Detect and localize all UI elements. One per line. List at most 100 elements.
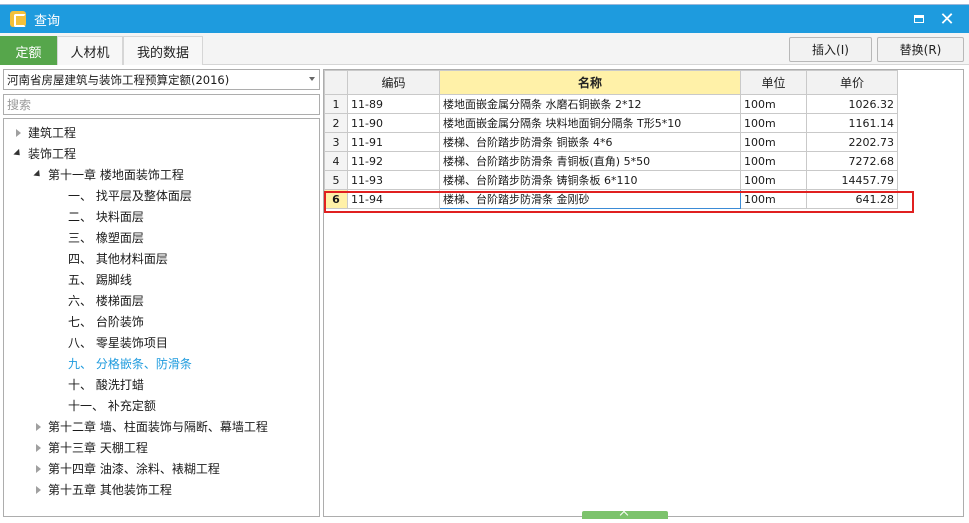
tree-item-label: 三、 橡塑面层 — [68, 231, 144, 245]
expand-icon[interactable] — [33, 464, 43, 474]
tree-item-chapter-15[interactable]: 第十五章 其他装饰工程 — [4, 479, 319, 500]
row-number: 3 — [324, 132, 348, 152]
tree-item-label: 四、 其他材料面层 — [68, 252, 168, 266]
chevron-down-icon[interactable] — [309, 77, 315, 81]
tree-item-section-1[interactable]: 一、 找平层及整体面层 — [4, 185, 319, 206]
close-icon: ✕ — [939, 8, 955, 30]
cell-price[interactable]: 641.28 — [806, 189, 898, 209]
tree-item-chapter-13[interactable]: 第十三章 天棚工程 — [4, 437, 319, 458]
cell-unit[interactable]: 100m — [740, 94, 807, 114]
tab-my-data[interactable]: 我的数据 — [123, 36, 203, 65]
cell-code[interactable]: 11-90 — [347, 113, 440, 133]
table-row[interactable]: 4 11-92 楼梯、台阶踏步防滑条 青铜板(直角) 5*50 100m 727… — [324, 151, 898, 171]
header-name[interactable]: 名称 — [439, 70, 741, 95]
cell-code[interactable]: 11-89 — [347, 94, 440, 114]
expand-icon[interactable] — [33, 422, 43, 432]
tree-item-section-10[interactable]: 十、 酸洗打蜡 — [4, 374, 319, 395]
cell-name[interactable]: 楼梯、台阶踏步防滑条 金刚砂 — [439, 189, 741, 209]
cell-price[interactable]: 14457.79 — [806, 170, 898, 190]
tree-item-label: 六、 楼梯面层 — [68, 294, 144, 308]
tree-item-section-11[interactable]: 十一、 补充定额 — [4, 395, 319, 416]
tree-item-chapter-12[interactable]: 第十二章 墙、柱面装饰与隔断、幕墙工程 — [4, 416, 319, 437]
table-header-row: 编码 名称 单位 单价 — [324, 70, 898, 95]
cell-code[interactable]: 11-93 — [347, 170, 440, 190]
cell-code[interactable]: 11-92 — [347, 151, 440, 171]
tree-item-label: 一、 找平层及整体面层 — [68, 189, 192, 203]
tree-item-label: 五、 踢脚线 — [68, 273, 132, 287]
cell-price[interactable]: 1161.14 — [806, 113, 898, 133]
tree-item-label: 十、 酸洗打蜡 — [68, 378, 144, 392]
tree-item-label: 十一、 补充定额 — [68, 399, 156, 413]
tree-item-label: 第十四章 油漆、涂料、裱糊工程 — [48, 462, 220, 476]
tree-item-chapter-14[interactable]: 第十四章 油漆、涂料、裱糊工程 — [4, 458, 319, 479]
tree-item-decoration[interactable]: 装饰工程 — [4, 143, 319, 164]
tree-item-label: 八、 零星装饰项目 — [68, 336, 168, 350]
expand-icon[interactable] — [13, 128, 23, 138]
collapse-icon[interactable] — [33, 169, 43, 180]
cell-name[interactable]: 楼梯、台阶踏步防滑条 铜嵌条 4*6 — [439, 132, 741, 152]
tab-bar: 定额 人材机 我的数据 插入(I) 替换(R) — [0, 33, 969, 65]
left-panel: 河南省房屋建筑与装饰工程预算定额(2016) 建筑工程 装饰工程 第十一章 楼地… — [3, 69, 320, 517]
quota-table-panel: 编码 名称 单位 单价 1 11-89 楼地面嵌金属分隔条 水磨石铜嵌条 2*1… — [323, 69, 964, 517]
cell-price[interactable]: 1026.32 — [806, 94, 898, 114]
window-title: 查询 — [34, 13, 61, 29]
cell-unit[interactable]: 100m — [740, 189, 807, 209]
expand-icon[interactable] — [33, 443, 43, 453]
cell-name[interactable]: 楼地面嵌金属分隔条 块料地面铜分隔条 T形5*10 — [439, 113, 741, 133]
replace-button[interactable]: 替换(R) — [877, 37, 964, 62]
chapter-tree: 建筑工程 装饰工程 第十一章 楼地面装饰工程 一、 找平层及整体面层 二、 块料… — [3, 118, 320, 517]
table-row[interactable]: 5 11-93 楼梯、台阶踏步防滑条 铸铜条板 6*110 100m 14457… — [324, 170, 898, 190]
quota-table: 编码 名称 单位 单价 1 11-89 楼地面嵌金属分隔条 水磨石铜嵌条 2*1… — [324, 70, 898, 209]
cell-unit[interactable]: 100m — [740, 151, 807, 171]
row-number: 5 — [324, 170, 348, 190]
tree-item-chapter-11[interactable]: 第十一章 楼地面装饰工程 — [4, 164, 319, 185]
maximize-icon — [914, 15, 924, 23]
cell-price[interactable]: 2202.73 — [806, 132, 898, 152]
tree-item-label: 第十三章 天棚工程 — [48, 441, 148, 455]
tree-item-section-6[interactable]: 六、 楼梯面层 — [4, 290, 319, 311]
tree-item-section-3[interactable]: 三、 橡塑面层 — [4, 227, 319, 248]
cell-unit[interactable]: 100m — [740, 170, 807, 190]
table-row[interactable]: 2 11-90 楼地面嵌金属分隔条 块料地面铜分隔条 T形5*10 100m 1… — [324, 113, 898, 133]
cell-price[interactable]: 7272.68 — [806, 151, 898, 171]
header-code[interactable]: 编码 — [347, 70, 440, 95]
close-button[interactable]: ✕ — [933, 5, 961, 33]
tab-quota[interactable]: 定额 — [0, 36, 57, 65]
cell-unit[interactable]: 100m — [740, 132, 807, 152]
title-bar[interactable]: 查询 ✕ — [0, 5, 969, 33]
header-price[interactable]: 单价 — [806, 70, 898, 95]
cell-unit[interactable]: 100m — [740, 113, 807, 133]
expand-icon[interactable] — [33, 485, 43, 495]
cell-code[interactable]: 11-94 — [347, 189, 440, 209]
tree-item-label: 第十五章 其他装饰工程 — [48, 483, 172, 497]
table-row[interactable]: 3 11-91 楼梯、台阶踏步防滑条 铜嵌条 4*6 100m 2202.73 — [324, 132, 898, 152]
panel-expand-handle[interactable] — [582, 510, 668, 520]
tab-labor-material-machine[interactable]: 人材机 — [57, 36, 123, 65]
tree-item-section-8[interactable]: 八、 零星装饰项目 — [4, 332, 319, 353]
tree-item-building[interactable]: 建筑工程 — [4, 122, 319, 143]
cell-name[interactable]: 楼梯、台阶踏步防滑条 青铜板(直角) 5*50 — [439, 151, 741, 171]
tree-item-section-5[interactable]: 五、 踢脚线 — [4, 269, 319, 290]
maximize-button[interactable] — [905, 5, 933, 33]
table-row-selected[interactable]: 6 11-94 楼梯、台阶踏步防滑条 金刚砂 100m 641.28 — [324, 189, 898, 209]
cell-name[interactable]: 楼地面嵌金属分隔条 水磨石铜嵌条 2*12 — [439, 94, 741, 114]
tree-item-section-7[interactable]: 七、 台阶装饰 — [4, 311, 319, 332]
cell-code[interactable]: 11-91 — [347, 132, 440, 152]
row-number: 2 — [324, 113, 348, 133]
cell-name[interactable]: 楼梯、台阶踏步防滑条 铸铜条板 6*110 — [439, 170, 741, 190]
table-row[interactable]: 1 11-89 楼地面嵌金属分隔条 水磨石铜嵌条 2*12 100m 1026.… — [324, 94, 898, 114]
quota-library-select[interactable]: 河南省房屋建筑与装饰工程预算定额(2016) — [3, 69, 320, 90]
search-input[interactable] — [3, 94, 320, 115]
tree-item-label: 二、 块料面层 — [68, 210, 144, 224]
header-unit[interactable]: 单位 — [740, 70, 807, 95]
collapse-icon[interactable] — [13, 148, 23, 159]
row-number: 1 — [324, 94, 348, 114]
tree-item-label-selected: 九、 分格嵌条、防滑条 — [68, 357, 192, 371]
insert-button[interactable]: 插入(I) — [789, 37, 872, 62]
tree-item-section-2[interactable]: 二、 块料面层 — [4, 206, 319, 227]
app-icon — [10, 11, 26, 27]
row-number: 4 — [324, 151, 348, 171]
tree-item-section-4[interactable]: 四、 其他材料面层 — [4, 248, 319, 269]
tree-item-section-9[interactable]: 九、 分格嵌条、防滑条 — [4, 353, 319, 374]
tree-item-label: 第十一章 楼地面装饰工程 — [48, 168, 184, 182]
